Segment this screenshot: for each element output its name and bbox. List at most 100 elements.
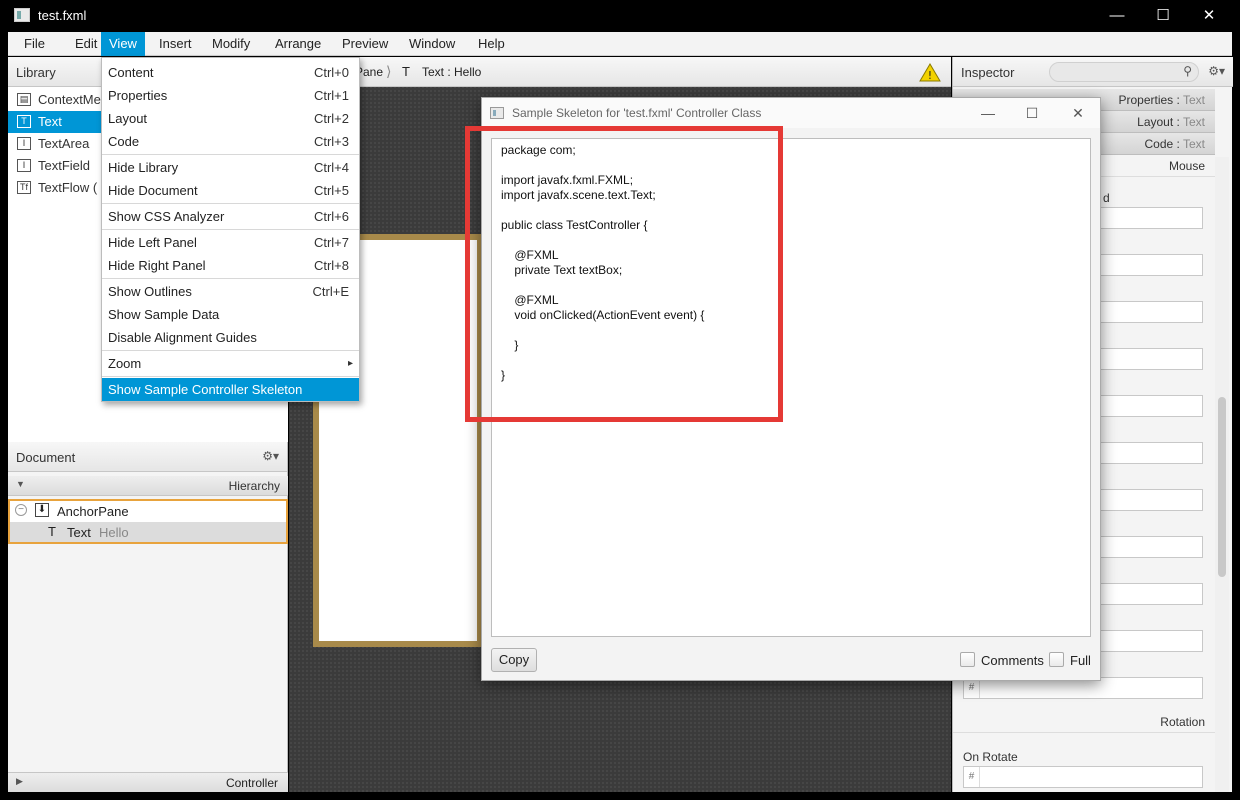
menu-item-label: Show Sample Controller Skeleton: [108, 382, 303, 397]
tree-row-text[interactable]: T Text Hello: [10, 522, 286, 542]
menu-separator: [102, 350, 359, 351]
menu-item-hide-right-panel[interactable]: Hide Right Panel Ctrl+8: [102, 254, 359, 277]
partial-label: d: [1103, 191, 1110, 205]
menu-separator: [102, 154, 359, 155]
on-rotate-label: On Rotate: [963, 750, 1018, 764]
menu-item-label: Hide Library: [108, 160, 179, 175]
menu-item-show-outlines[interactable]: Show Outlines Ctrl+E: [102, 280, 359, 303]
library-item-label: TextArea: [38, 136, 90, 151]
minimize-icon[interactable]: —: [1094, 4, 1140, 28]
dialog-title: Sample Skeleton for 'test.fxml' Controll…: [512, 106, 762, 120]
menu-item-layout[interactable]: Layout Ctrl+2: [102, 107, 359, 130]
menu-view[interactable]: View: [101, 32, 145, 56]
comments-checkbox[interactable]: [960, 652, 975, 667]
menu-item-shortcut: Ctrl+4: [313, 160, 349, 175]
inspector-header: Inspector ⚲ ⚙▾: [953, 57, 1233, 87]
close-icon[interactable]: ✕: [1186, 4, 1232, 28]
menu-item-label: Show Outlines: [108, 284, 192, 299]
inspector-title: Inspector: [961, 65, 1015, 80]
maximize-icon[interactable]: ☐: [1140, 4, 1186, 28]
copy-button[interactable]: Copy: [491, 648, 537, 672]
view-menu-dropdown: Content Ctrl+0 Properties Ctrl+1 Layout Ctr…: [101, 57, 360, 402]
collapse-triangle-icon[interactable]: ▼: [16, 479, 25, 489]
menu-item-shortcut: Ctrl+6: [313, 209, 349, 224]
menu-item-hide-document[interactable]: Hide Document Ctrl+5: [102, 179, 359, 202]
section-label: Properties: [1118, 93, 1174, 107]
tree-label: Text: [67, 525, 91, 540]
window-title: test.fxml: [38, 8, 87, 23]
section-sub: Text: [1182, 137, 1205, 151]
tree-label: AnchorPane: [57, 504, 129, 519]
menu-item-hide-left-panel[interactable]: Hide Left Panel Ctrl+7: [102, 231, 359, 254]
minimize-icon[interactable]: —: [968, 102, 1008, 124]
gear-icon[interactable]: ⚙▾: [1208, 64, 1225, 78]
menu-item-show-sample-controller-skeleton[interactable]: Show Sample Controller Skeleton: [102, 378, 359, 401]
warning-icon[interactable]: !: [919, 63, 941, 82]
section-label: Layout: [1137, 115, 1174, 129]
menu-item-label: Zoom: [108, 356, 142, 371]
menu-item-shortcut: Ctrl+2: [313, 111, 349, 126]
highlight-box: [465, 126, 783, 422]
menu-item-show-sample-data[interactable]: Show Sample Data: [102, 303, 359, 326]
text-icon: T: [402, 64, 410, 79]
menu-item-content[interactable]: Content Ctrl+0: [102, 61, 359, 84]
inspector-scrollbar[interactable]: [1215, 157, 1229, 792]
menu-arrange[interactable]: Arrange: [267, 32, 329, 56]
controller-label: Controller: [225, 776, 278, 790]
title-bar: test.fxml — ☐ ✕: [0, 0, 1240, 32]
document-header: Document ⚙▾: [8, 442, 287, 472]
menu-item-label: Code: [108, 134, 140, 149]
menu-item-shortcut: Ctrl+5: [313, 183, 349, 198]
menu-item-properties[interactable]: Properties Ctrl+1: [102, 84, 359, 107]
collapse-icon[interactable]: −: [15, 504, 27, 516]
menu-insert[interactable]: Insert: [151, 32, 200, 56]
dialog-app-icon: [490, 107, 504, 119]
menu-item-code[interactable]: Code Ctrl+3: [102, 130, 359, 153]
menu-bar: File Edit View Insert Modify Arrange Pre…: [8, 32, 1232, 56]
menu-item-disable-alignment-guides[interactable]: Disable Alignment Guides: [102, 326, 359, 349]
tree-row-anchorpane[interactable]: − ⬇ AnchorPane: [10, 501, 286, 521]
library-item-label: TextField: [38, 158, 91, 173]
menu-file[interactable]: File: [16, 32, 53, 56]
breadcrumb-item-text[interactable]: Text : Hello: [422, 65, 481, 79]
search-icon: ⚲: [1183, 64, 1192, 78]
controller-bar[interactable]: ▶ Controller: [8, 772, 288, 792]
menu-modify[interactable]: Modify: [204, 32, 258, 56]
menu-help[interactable]: Help: [470, 32, 513, 56]
context-menu-icon: ▤: [17, 93, 31, 106]
document-title: Document: [16, 450, 76, 465]
inspector-search-input[interactable]: ⚲: [1049, 62, 1199, 82]
menu-separator: [102, 229, 359, 230]
close-icon[interactable]: ✕: [1058, 102, 1098, 124]
hierarchy-label: Hierarchy: [228, 479, 280, 493]
menu-item-label: Layout: [108, 111, 148, 126]
menu-item-shortcut: Ctrl+0: [313, 65, 349, 80]
breadcrumb-separator-icon: ⟩: [386, 63, 392, 79]
section-label: Code: [1144, 137, 1174, 151]
menu-window[interactable]: Window: [401, 32, 463, 56]
dialog-title-bar: Sample Skeleton for 'test.fxml' Controll…: [482, 98, 1100, 128]
hash-icon: #: [964, 767, 980, 787]
menu-item-hide-library[interactable]: Hide Library Ctrl+4: [102, 156, 359, 179]
menu-edit[interactable]: Edit: [67, 32, 105, 56]
menu-item-show-css-analyzer[interactable]: Show CSS Analyzer Ctrl+6: [102, 205, 359, 228]
menu-separator: [102, 203, 359, 204]
menu-separator: [102, 278, 359, 279]
scroll-thumb[interactable]: [1218, 397, 1226, 577]
menu-item-label: Show Sample Data: [108, 307, 220, 322]
breadcrumb: Pane ⟩ T Text : Hello !: [289, 57, 951, 87]
rotation-subsection: Rotation: [953, 711, 1215, 733]
menu-separator: [102, 376, 359, 377]
menu-item-shortcut: Ctrl+1: [313, 88, 349, 103]
expand-triangle-icon[interactable]: ▶: [16, 776, 23, 787]
hash-icon: #: [964, 678, 980, 698]
menu-item-zoom[interactable]: Zoom ▸: [102, 352, 359, 375]
full-checkbox[interactable]: [1049, 652, 1064, 667]
menu-preview[interactable]: Preview: [334, 32, 396, 56]
text-icon: T: [48, 524, 56, 539]
on-rotate-field[interactable]: #: [963, 766, 1203, 788]
gear-icon[interactable]: ⚙▾: [262, 449, 279, 463]
maximize-icon[interactable]: ☐: [1012, 102, 1052, 124]
hierarchy-tree: − ⬇ AnchorPane T Text Hello: [8, 499, 288, 544]
hierarchy-bar[interactable]: ▼ Hierarchy: [8, 476, 288, 496]
